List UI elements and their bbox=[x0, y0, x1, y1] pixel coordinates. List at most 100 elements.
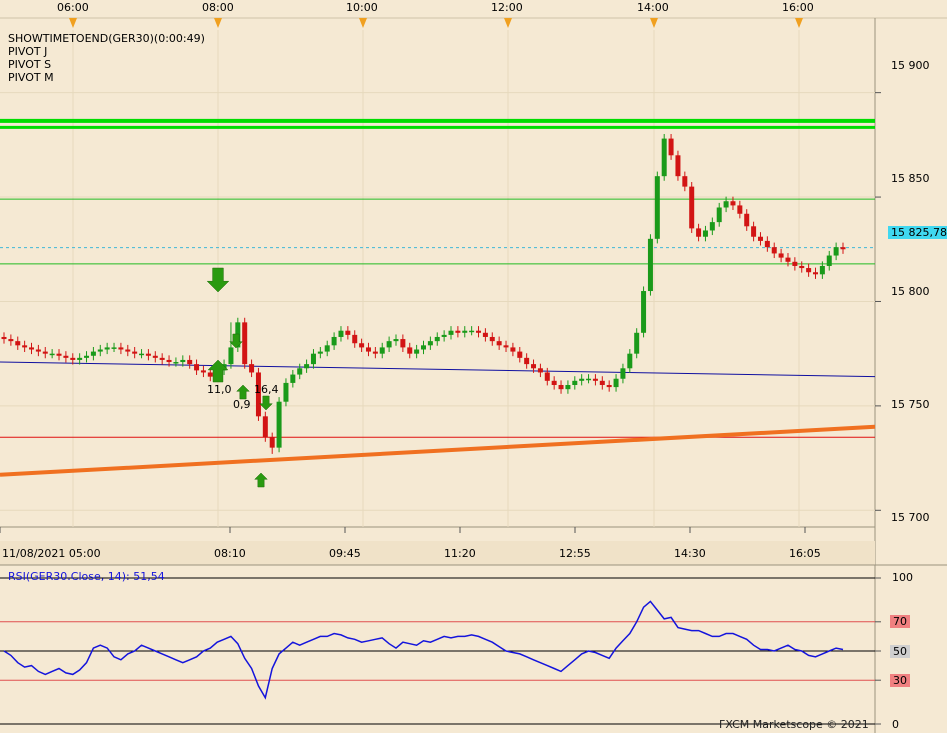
candle-body bbox=[469, 330, 475, 333]
price-tick: 15 700 bbox=[891, 511, 930, 524]
candle-body bbox=[132, 351, 138, 354]
candle-body bbox=[42, 351, 48, 354]
candle-body bbox=[462, 330, 468, 333]
indicator-label: PIVOT M bbox=[8, 71, 54, 84]
candle-body bbox=[517, 351, 523, 358]
candle-body bbox=[180, 359, 186, 363]
time-marker bbox=[650, 18, 658, 28]
candle-body bbox=[97, 349, 103, 352]
candle-body bbox=[104, 347, 110, 350]
candle-body bbox=[489, 336, 495, 342]
candle-body bbox=[125, 349, 131, 352]
pivot-j-line-lower bbox=[0, 125, 875, 129]
candle-body bbox=[70, 357, 76, 360]
candle-body bbox=[524, 357, 530, 365]
signal-value-label: 11,0 bbox=[207, 383, 232, 396]
rsi-label: RSI(GER30.Close, 14): 51,54 bbox=[8, 570, 165, 583]
candle-body bbox=[764, 240, 770, 248]
candle-body bbox=[709, 222, 715, 231]
candle-body bbox=[290, 374, 296, 383]
signal-value-label: 16,4 bbox=[254, 383, 279, 396]
chart-canvas[interactable] bbox=[0, 0, 947, 733]
candle-body bbox=[262, 416, 268, 438]
candle-body bbox=[304, 364, 310, 369]
top-time-tick: 10:00 bbox=[346, 1, 378, 14]
candle-body bbox=[496, 341, 502, 346]
time-axis-label: 14:30 bbox=[674, 547, 706, 560]
candle-body bbox=[345, 330, 351, 335]
candle-body bbox=[668, 138, 674, 156]
candle-body bbox=[806, 268, 812, 273]
candle-body bbox=[812, 272, 818, 275]
candle-body bbox=[558, 385, 564, 390]
candle-body bbox=[152, 355, 158, 358]
candle-body bbox=[647, 238, 653, 292]
candle-body bbox=[716, 207, 722, 223]
candle-body bbox=[1, 336, 7, 340]
candle-body bbox=[771, 247, 777, 254]
candle-body bbox=[379, 347, 385, 354]
price-tick: 15 850 bbox=[891, 172, 930, 185]
time-axis-strip bbox=[0, 541, 875, 565]
buy-signal-arrow-icon bbox=[254, 472, 268, 488]
candle-body bbox=[249, 364, 255, 373]
candle-body bbox=[84, 355, 90, 358]
candle-body bbox=[63, 355, 69, 358]
candle-body bbox=[641, 291, 647, 333]
indicator-label: PIVOT S bbox=[8, 58, 52, 71]
candle-body bbox=[840, 247, 846, 250]
candle-body bbox=[599, 380, 605, 385]
candle-body bbox=[503, 345, 509, 348]
footer-credit: FXCM Marketscope © 2021 bbox=[719, 718, 869, 731]
candle-body bbox=[77, 357, 83, 360]
candle-body bbox=[586, 378, 592, 381]
candle-body bbox=[421, 345, 426, 350]
rsi-tick-0: 0 bbox=[892, 718, 899, 731]
candle-body bbox=[173, 362, 179, 364]
candle-body bbox=[400, 339, 406, 348]
indicator-label: PIVOT J bbox=[8, 45, 48, 58]
buy-signal-arrow-icon bbox=[207, 359, 229, 383]
moving-average-line bbox=[0, 361, 876, 378]
candle-body bbox=[510, 347, 516, 352]
time-axis-label: 11/08/2021 05:00 bbox=[2, 547, 101, 560]
candle-body bbox=[22, 345, 28, 348]
candle-body bbox=[441, 334, 447, 337]
candle-body bbox=[723, 201, 729, 208]
top-time-tick: 08:00 bbox=[202, 1, 234, 14]
candle-body bbox=[187, 359, 193, 365]
candle-body bbox=[200, 370, 206, 373]
candle-body bbox=[661, 138, 667, 177]
candle-body bbox=[613, 378, 619, 388]
candle-body bbox=[455, 330, 461, 333]
candle-body bbox=[317, 351, 323, 354]
signal-value-label: 0,9 bbox=[233, 398, 251, 411]
candle-body bbox=[393, 339, 399, 342]
candle-body bbox=[427, 341, 433, 346]
rsi-tick-30: 30 bbox=[890, 674, 910, 687]
sell-signal-arrow-icon bbox=[206, 267, 230, 293]
candle-body bbox=[751, 226, 757, 237]
candle-body bbox=[365, 347, 371, 352]
time-marker bbox=[359, 18, 367, 28]
candle-body bbox=[310, 353, 316, 365]
candle-body bbox=[338, 330, 344, 337]
candle-body bbox=[159, 357, 165, 360]
candle-body bbox=[537, 368, 543, 373]
top-time-tick: 14:00 bbox=[637, 1, 669, 14]
candle-body bbox=[696, 228, 702, 237]
top-time-tick: 12:00 bbox=[491, 1, 523, 14]
candle-body bbox=[111, 347, 117, 349]
candle-body bbox=[592, 378, 598, 381]
candle-body bbox=[283, 382, 289, 402]
price-tick: 15 900 bbox=[891, 59, 930, 72]
time-axis-label: 16:05 bbox=[789, 547, 821, 560]
candle-body bbox=[606, 385, 612, 388]
candle-body bbox=[166, 359, 172, 363]
candle-body bbox=[730, 201, 736, 206]
candle-body bbox=[8, 339, 14, 342]
candle-body bbox=[331, 336, 337, 346]
candle-body bbox=[572, 380, 578, 385]
candle-body bbox=[689, 186, 695, 229]
candle-body bbox=[620, 368, 626, 379]
